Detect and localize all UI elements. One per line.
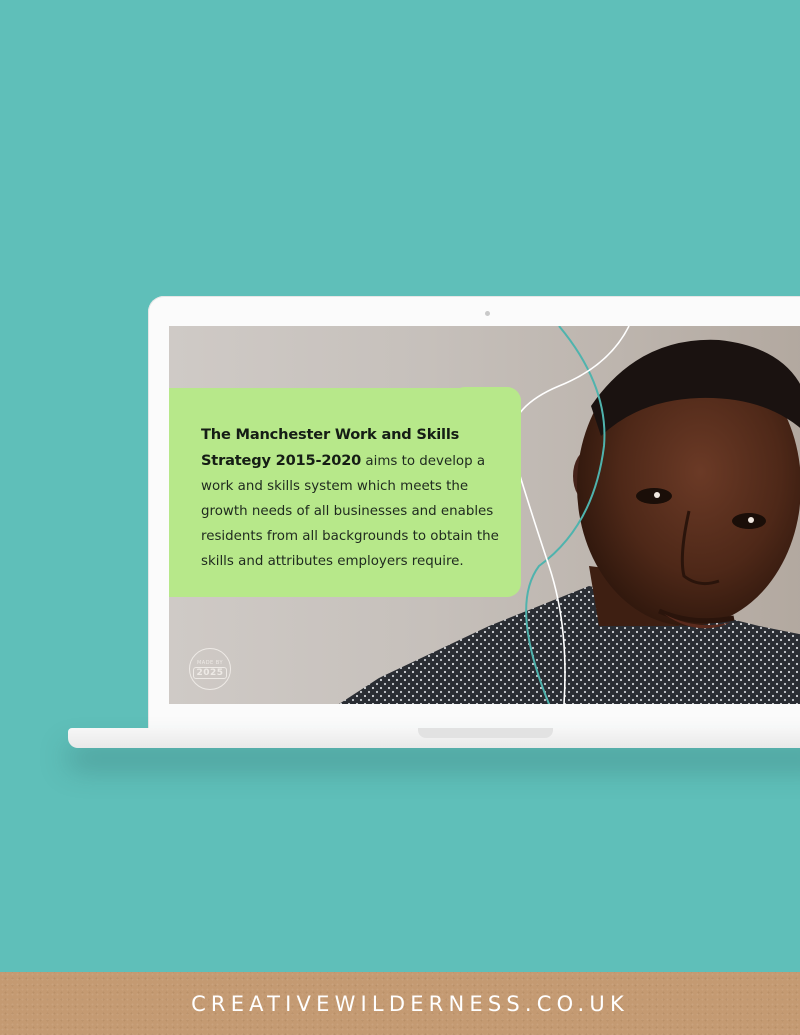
callout-body: aims to develop a work and skills system… — [201, 454, 499, 569]
laptop-screen: The Manchester Work and Skills Strategy … — [169, 326, 800, 704]
made-by-2025-badge-icon: MADE BY 2025 — [189, 648, 231, 690]
mockup-scene: The Manchester Work and Skills Strategy … — [0, 0, 800, 1035]
webcam-icon — [485, 311, 490, 316]
laptop-opening-notch — [418, 728, 553, 738]
badge-year: 2025 — [193, 666, 227, 679]
badge-top-text: MADE BY — [196, 659, 224, 666]
footer-website-text[interactable]: CREATIVEWILDERNESS.CO.UK — [191, 992, 629, 1016]
footer-banner: CREATIVEWILDERNESS.CO.UK — [0, 972, 800, 1035]
callout-paragraph: The Manchester Work and Skills Strategy … — [201, 422, 501, 574]
